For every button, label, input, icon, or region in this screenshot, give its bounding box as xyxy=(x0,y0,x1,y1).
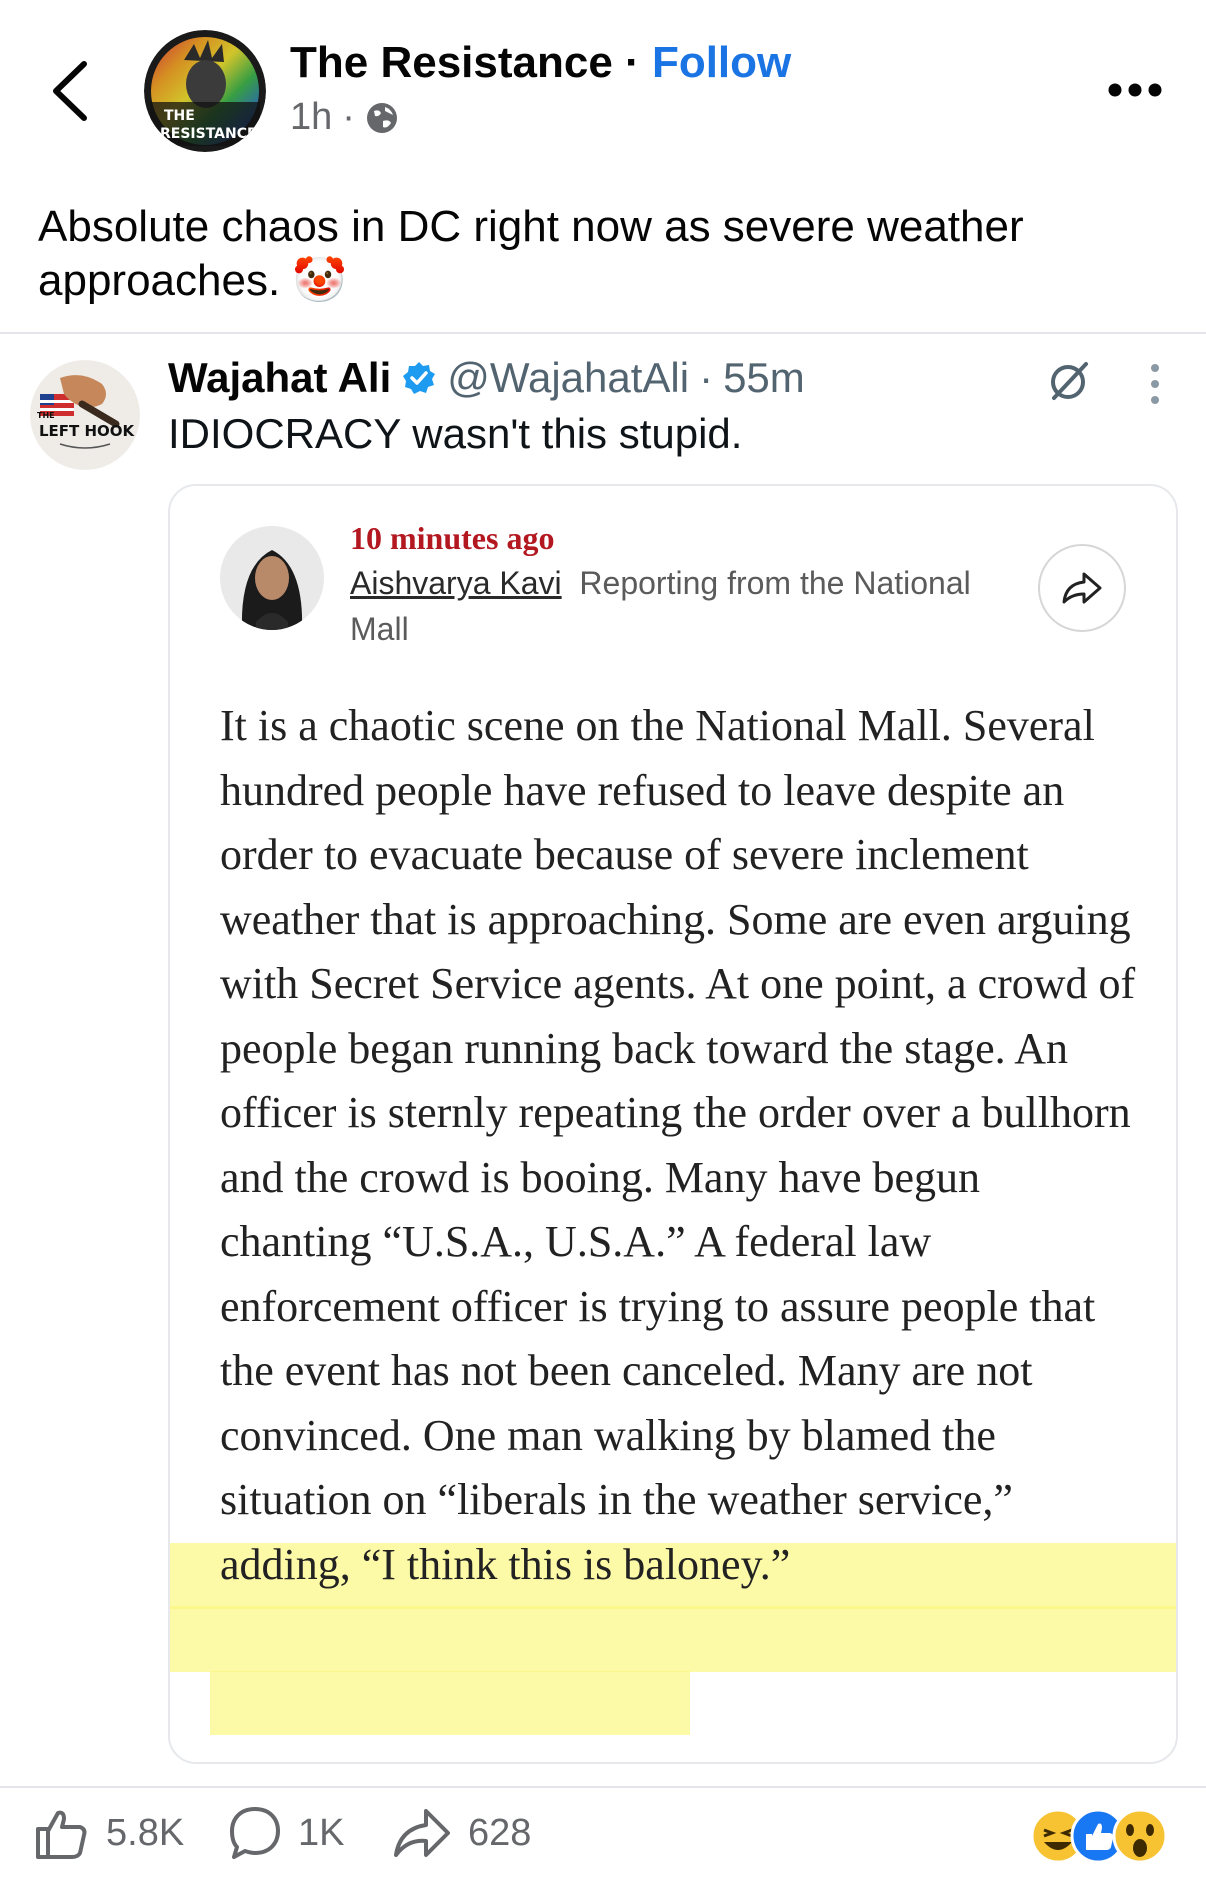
share-button[interactable]: 628 xyxy=(392,1798,531,1868)
divider xyxy=(0,1786,1206,1788)
avatar-brand-text: LEFT HOOK xyxy=(39,422,136,440)
wow-reaction-icon xyxy=(1112,1808,1168,1864)
tweet-author-avatar[interactable]: THE LEFT HOOK xyxy=(30,360,140,470)
reporter-line: Aishvarya Kavi Reporting from the Nation… xyxy=(350,560,990,652)
resistance-logo: THE RESISTANCE xyxy=(144,30,266,152)
verified-badge-icon xyxy=(403,362,436,394)
more-vertical-icon xyxy=(1151,364,1159,404)
divider xyxy=(0,332,1206,334)
post-age[interactable]: 1h xyxy=(290,96,332,139)
like-button[interactable]: 5.8K xyxy=(34,1798,184,1868)
post-caption: Absolute chaos in DC right now as severe… xyxy=(38,202,1024,305)
grok-button[interactable] xyxy=(1046,358,1092,404)
clown-emoji: 🤡 xyxy=(292,256,348,305)
like-count: 5.8K xyxy=(106,1811,185,1854)
comment-count: 1K xyxy=(298,1811,345,1854)
grok-icon xyxy=(1051,362,1088,400)
comment-bubble-icon xyxy=(230,1807,280,1859)
comment-button[interactable]: 1K xyxy=(228,1798,344,1868)
tweet-dot: · xyxy=(699,354,714,401)
name-separator: · xyxy=(625,38,640,87)
tweet-text: IDIOCRACY wasn't this stupid. xyxy=(168,410,743,457)
page-avatar[interactable]: THE RESISTANCE xyxy=(144,30,266,152)
tweet-author-name[interactable]: Wajahat Ali xyxy=(168,354,391,402)
post-meta: 1h · xyxy=(290,96,399,139)
chevron-left-icon xyxy=(53,61,87,121)
highlight-line-3 xyxy=(210,1671,690,1735)
tweet-header: Wajahat Ali @WajahatAli · 55m xyxy=(168,354,805,402)
left-hook-logo: THE LEFT HOOK xyxy=(30,360,140,470)
avatar-text-2: RESISTANCE xyxy=(160,126,257,142)
back-button[interactable] xyxy=(46,58,96,124)
reaction-summary[interactable] xyxy=(1026,1800,1176,1870)
avatar-small-text: THE xyxy=(37,411,55,420)
tweet-more-button[interactable] xyxy=(1148,362,1162,406)
share-arrow-icon xyxy=(1062,572,1102,604)
card-share-button[interactable] xyxy=(1038,544,1126,632)
article-card: 10 minutes ago Aishvarya Kavi Reporting … xyxy=(168,484,1178,1764)
page-name-row: The Resistance · Follow xyxy=(290,38,791,88)
time-ago: 10 minutes ago xyxy=(350,520,555,556)
article-text: It is a chaotic scene on the National Ma… xyxy=(220,701,1136,1589)
share-count: 628 xyxy=(468,1811,532,1854)
article-body: It is a chaotic scene on the National Ma… xyxy=(220,694,1140,1597)
more-horizontal-icon xyxy=(1108,83,1162,97)
follow-button[interactable]: Follow xyxy=(652,38,791,87)
more-options-button[interactable] xyxy=(1108,80,1162,100)
post-text: Absolute chaos in DC right now as severe… xyxy=(38,200,1178,308)
reporter-name[interactable]: Aishvarya Kavi xyxy=(350,565,562,601)
tweet-handle[interactable]: @WajahatAli xyxy=(447,354,689,402)
page-name[interactable]: The Resistance xyxy=(290,38,613,87)
highlight-line-2 xyxy=(170,1606,1176,1672)
meta-dot: · xyxy=(342,96,355,138)
reporter-photo xyxy=(220,526,324,630)
globe-icon xyxy=(366,102,397,133)
tweet-age[interactable]: 55m xyxy=(723,354,805,402)
thumbs-up-icon xyxy=(36,1810,87,1859)
avatar-text-1: THE xyxy=(164,108,195,124)
share-icon xyxy=(394,1809,450,1857)
